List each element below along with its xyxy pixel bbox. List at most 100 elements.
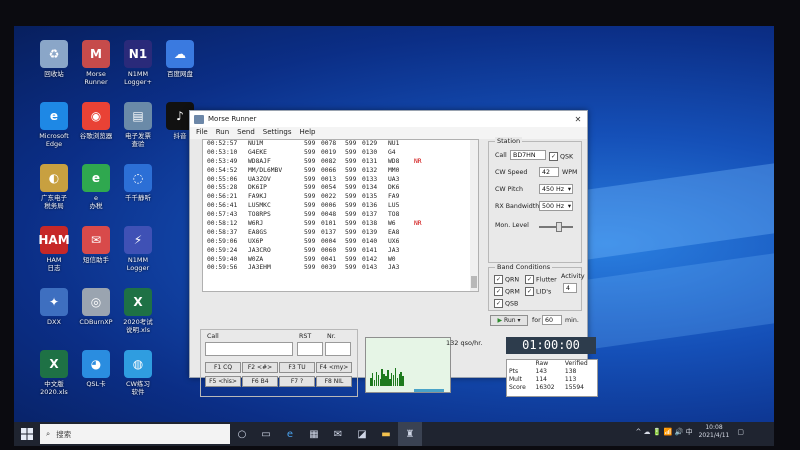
- flutter-checkbox[interactable]: ✓ Flutter: [525, 275, 557, 284]
- f5-his-call-button[interactable]: F5 <his>: [205, 376, 241, 387]
- qsb-checkbox[interactable]: ✓ QSB: [494, 299, 518, 308]
- f4-my-call-button[interactable]: F4 <my>: [316, 362, 352, 373]
- title-bar[interactable]: Morse Runner ✕: [190, 111, 587, 127]
- close-icon[interactable]: ✕: [569, 115, 587, 124]
- log-row[interactable]: 00:56:41 LU5MKC 599 0006 599 0136 LU5: [203, 202, 471, 211]
- f6-b4-button[interactable]: F6 B4: [242, 376, 278, 387]
- menu-help[interactable]: Help: [296, 127, 320, 139]
- qsk-checkbox[interactable]: ✓ QSK: [549, 152, 573, 161]
- desktop-icon[interactable]: ◕ QSL卡: [72, 350, 120, 388]
- log-cell-err: [414, 238, 434, 247]
- desktop-icon[interactable]: e e 办税: [72, 164, 120, 210]
- log-row[interactable]: 00:55:28 DK6IP 599 0054 599 0134 DK6: [203, 184, 471, 193]
- log-row[interactable]: 00:57:43 TO8RPS 599 0048 599 0137 TO8: [203, 211, 471, 220]
- f3-tu-button[interactable]: F3 TU: [279, 362, 315, 373]
- desktop-icon[interactable]: ✦ DXX: [30, 288, 78, 326]
- menu-settings[interactable]: Settings: [259, 127, 296, 139]
- menu-send[interactable]: Send: [233, 127, 259, 139]
- desktop-icon[interactable]: HAM HAM 日志: [30, 226, 78, 272]
- desktop-icon[interactable]: ☁ 百度网盘: [156, 40, 204, 78]
- qrn-checkbox[interactable]: ✓ QRN: [494, 275, 519, 284]
- scroll-thumb[interactable]: [471, 276, 477, 288]
- start-button[interactable]: [14, 422, 40, 446]
- run-minutes-input[interactable]: 60: [542, 315, 562, 325]
- task-view-icon[interactable]: ▭: [254, 422, 278, 446]
- menu-run[interactable]: Run: [212, 127, 233, 139]
- store-icon[interactable]: ▦: [302, 422, 326, 446]
- qrm-checkbox[interactable]: ✓ QRM: [494, 287, 520, 296]
- log-row[interactable]: 00:52:57 NU1M 599 0078 599 0129 NU1: [203, 140, 471, 149]
- desktop-icon[interactable]: ◌ 千千静听: [114, 164, 162, 202]
- log-cell-err: [414, 211, 434, 220]
- f2-exchange-button[interactable]: F2 <#>: [242, 362, 278, 373]
- min-label: min.: [565, 317, 579, 324]
- notification-icon[interactable]: ▢: [737, 428, 744, 436]
- log-cell-call: NU1M: [248, 140, 264, 147]
- desktop-icon[interactable]: ◐ 广东电子 税务局: [30, 164, 78, 210]
- desktop-icon[interactable]: ◎ CDBurnXP: [72, 288, 120, 326]
- desktop-icon[interactable]: ◉ 谷歌浏览器: [72, 102, 120, 140]
- mon-level-slider[interactable]: [555, 222, 562, 232]
- log-row[interactable]: 00:58:37 EA8GS 599 0137 599 0139 EA8: [203, 229, 471, 238]
- log-cell-rst2: 599: [345, 148, 357, 156]
- log-row[interactable]: 00:56:21 FA9KJ 599 0022 599 0135 FA9: [203, 193, 471, 202]
- f8-nil-button[interactable]: F8 NIL: [316, 376, 352, 387]
- log-row[interactable]: 00:59:56 JA3EHM 599 0039 599 0143 JA3: [203, 264, 471, 273]
- desktop-icon-label: 电子发票 查验: [125, 132, 151, 148]
- activity-spinner[interactable]: 4: [563, 283, 577, 293]
- log-row[interactable]: 00:55:06 UA3ZOV 599 0013 599 0133 UA3: [203, 176, 471, 185]
- morse-runner-taskbar-icon[interactable]: ♜: [398, 422, 422, 446]
- search-icon: ⌕: [46, 429, 51, 438]
- log-row[interactable]: 00:58:12 W6RJ 599 0101 599 0138 W6 NR: [203, 220, 471, 229]
- log-cell-rst2: 599: [345, 157, 357, 165]
- desktop-icon[interactable]: ♻ 回收站: [30, 40, 78, 78]
- log-row[interactable]: 00:54:52 MM/DL6MBV 599 0066 599 0132 MM0: [203, 167, 471, 176]
- log-cell-call: WD8AJF: [248, 157, 271, 165]
- call-input[interactable]: [205, 342, 293, 356]
- log-cell-pfx: W0: [388, 255, 396, 263]
- activity-label: Activity: [561, 273, 585, 280]
- log-row[interactable]: 00:59:40 W0ZA 599 0041 599 0142 W0: [203, 256, 471, 265]
- desktop-icon[interactable]: M Morse Runner: [72, 40, 120, 86]
- rst-input[interactable]: [297, 342, 323, 356]
- desktop-icon[interactable]: ▤ 电子发票 查验: [114, 102, 162, 148]
- tray-clock[interactable]: 10:08 2021/4/11: [699, 424, 730, 440]
- log-scrollbar[interactable]: [470, 139, 479, 292]
- station-call-input[interactable]: BD7HN: [510, 150, 546, 160]
- desktop-icon[interactable]: e Microsoft Edge: [30, 102, 78, 148]
- desktop-icon[interactable]: ✉ 短信助手: [72, 226, 120, 264]
- taskbar-search[interactable]: ⌕ 搜索: [40, 424, 230, 444]
- lids-checkbox[interactable]: ✓ LID's: [525, 287, 551, 296]
- app-icon[interactable]: ◪: [350, 422, 374, 446]
- log-cell-rst1: 599: [304, 166, 316, 174]
- log-row[interactable]: 00:59:24 JA3CRO 599 0060 599 0141 JA3: [203, 247, 471, 256]
- f7-query-button[interactable]: F7 ?: [279, 376, 315, 387]
- desktop-icon-label: HAM 日志: [46, 256, 62, 272]
- log-cell-time: 00:52:57: [207, 140, 238, 147]
- menu-file[interactable]: File: [192, 127, 212, 139]
- edge-icon[interactable]: e: [278, 422, 302, 446]
- desktop-icon[interactable]: ⚡ N1MM Logger: [114, 226, 162, 272]
- log-row[interactable]: 00:53:49 WD8AJF 599 0082 599 0131 WD8 NR: [203, 158, 471, 167]
- desktop-icon[interactable]: X 中文版 2020.xls: [30, 350, 78, 396]
- nr-input[interactable]: [325, 342, 351, 356]
- log-cell-rst2: 599: [345, 228, 357, 236]
- log-row[interactable]: 00:59:06 UX6P 599 0004 599 0140 UX6: [203, 238, 471, 247]
- desktop-icon[interactable]: ◍ CW练习 软件: [114, 350, 162, 396]
- cw-speed-input[interactable]: 42: [539, 167, 559, 177]
- tray-icons[interactable]: ^ ☁ 🔋 📶 🔊 中: [635, 427, 692, 437]
- qso-log-list[interactable]: 00:52:57 NU1M 599 0078 599 0129 NU1 00:53:10 G4E…: [202, 139, 472, 292]
- desktop-icon[interactable]: N1 N1MM Logger+: [114, 40, 162, 86]
- band-map-marker: [414, 389, 444, 392]
- desktop-icon[interactable]: X 2020考试 说明.xls: [114, 288, 162, 334]
- folder-icon[interactable]: ▬: [374, 422, 398, 446]
- f1-cq-button[interactable]: F1 CQ: [205, 362, 241, 373]
- score-row: Score 16302 15594: [507, 384, 597, 392]
- mail-icon[interactable]: ✉: [326, 422, 350, 446]
- rx-bandwidth-select[interactable]: 500 Hz ▾: [539, 201, 573, 211]
- log-row[interactable]: 00:53:10 G4EKE 599 0019 599 0130 G4: [203, 149, 471, 158]
- cortana-icon[interactable]: ○: [230, 422, 254, 446]
- run-button[interactable]: ▶ Run ▾: [490, 315, 528, 326]
- rx-bandwidth-value: 500 Hz: [542, 203, 565, 210]
- cw-pitch-select[interactable]: 450 Hz ▾: [539, 184, 573, 194]
